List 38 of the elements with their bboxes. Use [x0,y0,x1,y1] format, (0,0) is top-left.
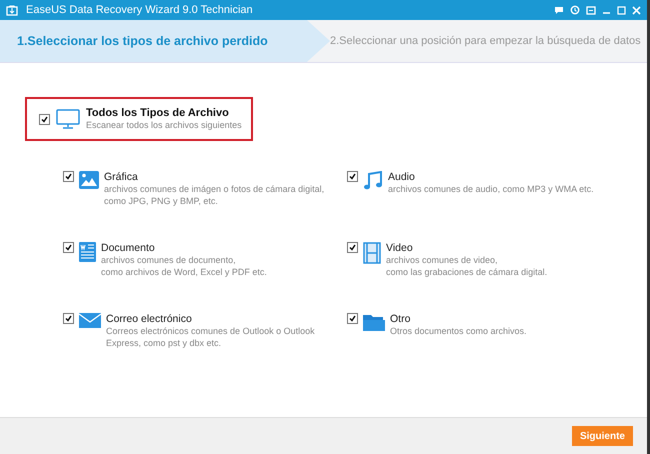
category-description: archivos comunes de audio, como MP3 y WMA etc. [388,183,594,195]
option-title: Todos los Tipos de Archivo [86,107,230,119]
history-icon[interactable] [570,5,580,15]
window-title: EaseUS Data Recovery Wizard 9.0 Technician [26,4,254,16]
category-title: Video [386,242,414,254]
checkbox[interactable] [347,242,358,253]
category-description: archivos comunes de imágen o fotos de cámara digital, como JPG, PNG y BMP, etc. [104,183,324,207]
export-icon[interactable] [586,6,596,14]
category-description: Correos electrónicos comunes de Outlook o Outlook Express, como pst y dbx etc. [106,325,315,349]
wizard-step: 2.Seleccionar una posición para empezar la búsqueda de datos [330,20,647,62]
envelope-icon [79,313,101,328]
category-description: archivos comunes de video, como las grabaciones de cámara digital. [386,254,548,278]
music-note-icon [363,171,383,191]
close-icon[interactable] [632,6,641,14]
monitor-icon [56,109,80,129]
next-button[interactable]: Siguiente [572,426,633,446]
wizard-step: 1.Seleccionar los tipos de archivo perdido [0,20,330,62]
document-icon [79,242,96,262]
checkbox[interactable] [347,313,358,324]
chat-icon[interactable] [554,6,564,14]
checkbox[interactable] [63,242,74,253]
category-title: Otro [390,313,412,325]
maximize-icon[interactable] [617,6,626,14]
checkbox[interactable] [347,171,358,182]
category-title: Audio [388,171,416,183]
category-description: Otros documentos como archivos. [390,325,527,337]
category-title: Correo electrónico [106,313,193,325]
app-icon [6,4,18,16]
image-icon [79,171,99,189]
checkbox[interactable] [63,313,74,324]
folder-icon [363,313,385,331]
checkbox[interactable] [63,171,74,182]
film-icon [363,242,381,264]
category-title: Gráfica [104,171,139,183]
category-title: Documento [101,242,156,254]
option-description: Escanear todos los archivos siguientes [86,119,242,131]
category-description: archivos comunes de documento, como archivos de Word, Excel y PDF etc. [101,254,267,278]
checkbox[interactable] [39,114,50,124]
